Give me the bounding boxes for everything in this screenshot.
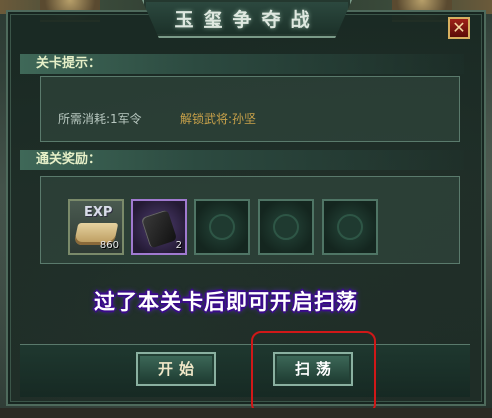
exp-label: EXP bbox=[84, 205, 113, 220]
military-token-icon bbox=[140, 209, 178, 249]
bottom-strip bbox=[0, 408, 492, 418]
exp-count: 860 bbox=[99, 240, 119, 251]
title-plate: 玉玺争夺战 bbox=[142, 0, 352, 38]
footer-bar bbox=[20, 344, 470, 397]
reward-slot-token[interactable]: 2 bbox=[131, 199, 187, 255]
unlock-text: 解锁武将:孙坚 bbox=[180, 112, 257, 126]
reward-slot-empty bbox=[258, 199, 314, 255]
hint-section-header: 关卡提示： bbox=[20, 54, 464, 74]
reward-slot-empty bbox=[194, 199, 250, 255]
start-button[interactable]: 开始 bbox=[136, 352, 216, 386]
dialog-title: 玉玺争夺战 bbox=[174, 8, 320, 31]
hint-box bbox=[40, 76, 460, 142]
sweep-unlock-banner: 过了本关卡后即可开启扫荡 bbox=[94, 290, 358, 314]
reward-slot-empty bbox=[322, 199, 378, 255]
cost-text: 所需消耗:1军令 bbox=[58, 112, 142, 126]
close-button[interactable]: ✕ bbox=[448, 17, 470, 39]
sweep-highlight-circle bbox=[251, 331, 376, 414]
reward-slot-exp[interactable]: EXP 860 bbox=[68, 199, 124, 255]
reward-section-header: 通关奖励： bbox=[20, 150, 464, 170]
token-count: 2 bbox=[175, 240, 182, 251]
